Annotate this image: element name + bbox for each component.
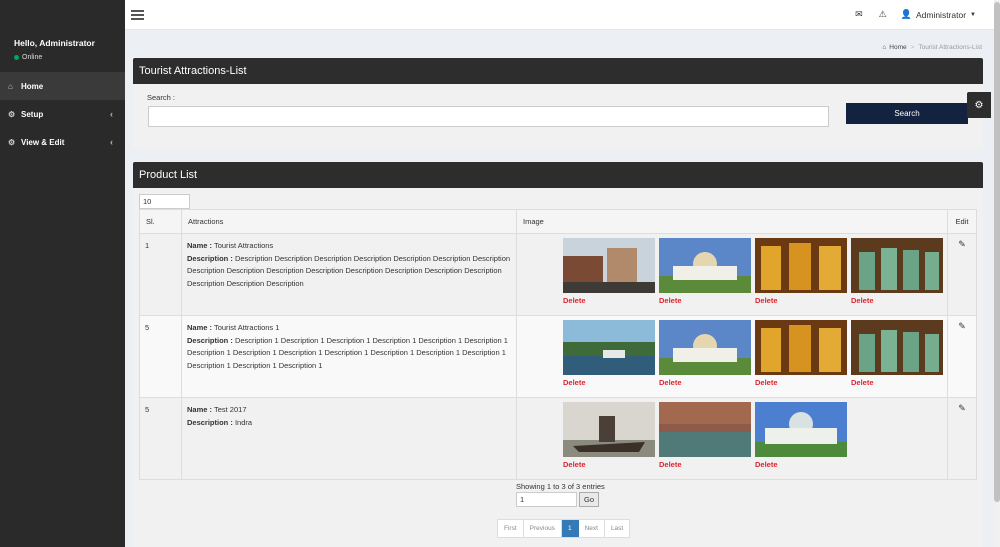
table-row: 5 Name : Test 2017 Description : Indra D… bbox=[139, 397, 977, 480]
home-icon: ⌂ bbox=[8, 81, 13, 91]
vertical-scrollbar[interactable] bbox=[994, 0, 1000, 547]
attraction-image bbox=[659, 238, 751, 293]
user-status: Online bbox=[14, 54, 125, 61]
page-previous[interactable]: Previous bbox=[524, 520, 562, 537]
edit-icon[interactable]: ✎ bbox=[947, 315, 977, 398]
col-header-edit: Edit bbox=[947, 209, 977, 234]
row-images: Delete Delete Delete Delete bbox=[516, 315, 948, 398]
delete-image-link[interactable]: Delete bbox=[755, 295, 847, 308]
sidebar: Hello, Administrator Online ⌂ Home ⚙ Set… bbox=[0, 0, 125, 547]
page-next[interactable]: Next bbox=[579, 520, 605, 537]
page-size-input[interactable]: 10 bbox=[139, 194, 190, 209]
delete-image-link[interactable]: Delete bbox=[659, 459, 751, 472]
attraction-image bbox=[755, 402, 847, 457]
row-sl: 5 bbox=[139, 315, 182, 398]
delete-image-link[interactable]: Delete bbox=[755, 459, 847, 472]
table-row: 5 Name : Tourist Attractions 1 Descripti… bbox=[139, 315, 977, 398]
user-icon: 👤 bbox=[900, 9, 912, 19]
hamburger-menu-icon[interactable] bbox=[131, 10, 144, 22]
delete-image-link[interactable]: Delete bbox=[659, 377, 751, 390]
breadcrumb-home[interactable]: Home bbox=[889, 44, 906, 51]
search-label: Search : bbox=[147, 93, 175, 102]
breadcrumb-current: Tourist Attractions-List bbox=[918, 44, 982, 51]
online-dot-icon bbox=[14, 55, 19, 60]
envelope-icon[interactable]: ✉ bbox=[855, 9, 863, 20]
product-list-title: Product List bbox=[133, 162, 983, 188]
table-row: 1 Name : Tourist Attractions Description… bbox=[139, 233, 977, 316]
page-1[interactable]: 1 bbox=[561, 520, 579, 537]
delete-image-link[interactable]: Delete bbox=[659, 295, 751, 308]
row-images: Delete Delete Delete bbox=[516, 397, 948, 480]
attraction-image bbox=[563, 238, 655, 293]
go-button[interactable]: Go bbox=[579, 492, 599, 507]
sidebar-item-home[interactable]: ⌂ Home bbox=[0, 72, 125, 100]
sidebar-item-setup[interactable]: ⚙ Setup ‹ bbox=[0, 100, 125, 128]
attraction-image bbox=[659, 402, 751, 457]
breadcrumb: ⌂ Home > Tourist Attractions-List bbox=[882, 44, 982, 51]
goto-page: 1 Go bbox=[516, 492, 599, 507]
caret-down-icon: ▼ bbox=[970, 11, 976, 18]
product-table: Sl. Attractions Image Edit 1 Name : Tour… bbox=[139, 209, 977, 480]
header-right: ✉ ⚠ 👤 Administrator ▼ bbox=[839, 9, 976, 20]
col-header-image: Image bbox=[516, 209, 948, 234]
warning-icon[interactable]: ⚠ bbox=[879, 9, 887, 20]
delete-image-link[interactable]: Delete bbox=[755, 377, 847, 390]
row-attraction: Name : Tourist Attractions 1 Description… bbox=[181, 315, 517, 398]
chevron-left-icon: ‹ bbox=[110, 137, 113, 147]
edit-icon[interactable]: ✎ bbox=[947, 397, 977, 480]
breadcrumb-separator: > bbox=[910, 44, 915, 51]
search-box: Tourist Attractions-List Search : Search bbox=[133, 58, 983, 149]
row-sl: 5 bbox=[139, 397, 182, 480]
page-last[interactable]: Last bbox=[605, 520, 629, 537]
col-header-attractions: Attractions bbox=[181, 209, 517, 234]
delete-image-link[interactable]: Delete bbox=[851, 377, 943, 390]
col-header-sl: Sl. bbox=[139, 209, 182, 234]
top-header: ✉ ⚠ 👤 Administrator ▼ bbox=[125, 0, 994, 30]
pagination: First Previous 1 Next Last bbox=[497, 519, 631, 538]
sidebar-item-view-edit[interactable]: ⚙ View & Edit ‹ bbox=[0, 128, 125, 156]
attraction-image bbox=[563, 320, 655, 375]
search-box-title: Tourist Attractions-List bbox=[133, 58, 983, 84]
chevron-left-icon: ‹ bbox=[110, 109, 113, 119]
search-button[interactable]: Search bbox=[846, 103, 968, 124]
goto-page-input[interactable]: 1 bbox=[516, 492, 577, 507]
row-images: Delete Delete Delete Delete bbox=[516, 233, 948, 316]
row-sl: 1 bbox=[139, 233, 182, 316]
row-attraction: Name : Tourist Attractions Description :… bbox=[181, 233, 517, 316]
user-menu[interactable]: 👤 Administrator ▼ bbox=[901, 9, 976, 20]
user-panel: Hello, Administrator Online bbox=[0, 0, 125, 72]
attraction-image bbox=[563, 402, 655, 457]
user-greeting: Hello, Administrator bbox=[14, 38, 95, 48]
row-attraction: Name : Test 2017 Description : Indra bbox=[181, 397, 517, 480]
attraction-image bbox=[851, 320, 943, 375]
attraction-image bbox=[755, 238, 847, 293]
edit-icon[interactable]: ✎ bbox=[947, 233, 977, 316]
attraction-image bbox=[659, 320, 751, 375]
delete-image-link[interactable]: Delete bbox=[851, 295, 943, 308]
attraction-image bbox=[851, 238, 943, 293]
settings-gear-icon[interactable]: ⚙ bbox=[967, 92, 991, 118]
product-list-box: Product List 10 Sl. Attractions Image Ed… bbox=[133, 162, 983, 547]
gears-icon: ⚙ bbox=[8, 109, 16, 119]
gears-icon: ⚙ bbox=[8, 137, 16, 147]
delete-image-link[interactable]: Delete bbox=[563, 295, 655, 308]
scrollbar-thumb[interactable] bbox=[994, 2, 1000, 502]
home-icon: ⌂ bbox=[882, 44, 887, 51]
entries-summary: Showing 1 to 3 of 3 entries bbox=[516, 482, 605, 491]
delete-image-link[interactable]: Delete bbox=[563, 459, 655, 472]
page-first[interactable]: First bbox=[498, 520, 524, 537]
delete-image-link[interactable]: Delete bbox=[563, 377, 655, 390]
attraction-image bbox=[755, 320, 847, 375]
search-input[interactable] bbox=[148, 106, 829, 127]
